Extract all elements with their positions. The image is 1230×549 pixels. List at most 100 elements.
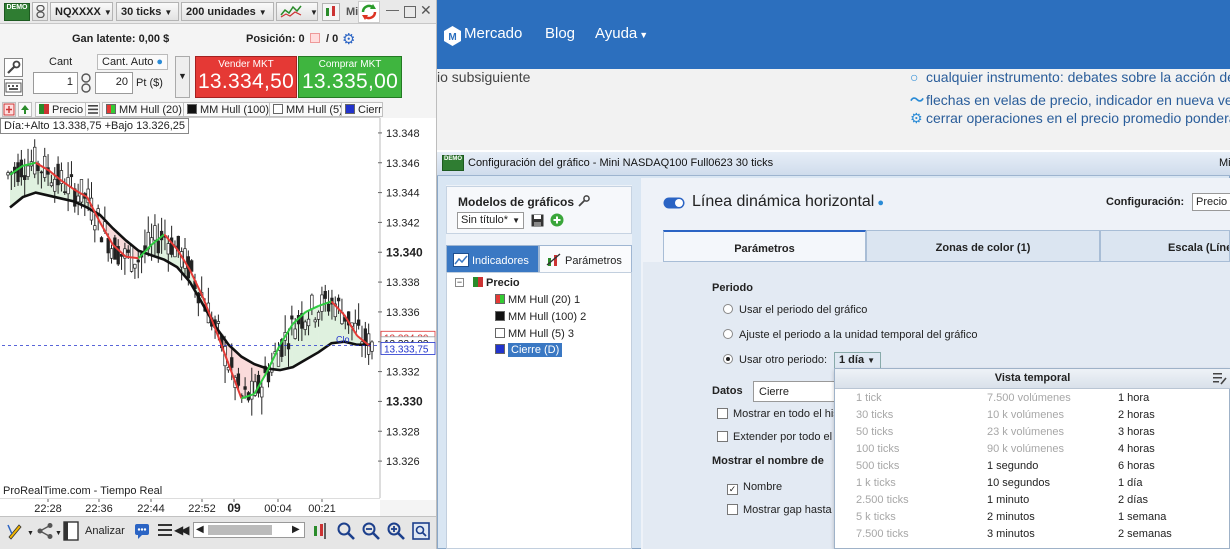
period-select[interactable]: 1 día ▼: [834, 352, 881, 369]
maximize-icon[interactable]: [404, 6, 416, 18]
radio-chart-period[interactable]: Usar el periodo del gráfico: [723, 304, 867, 316]
nav-market[interactable]: Mercado: [464, 25, 522, 42]
checkbox-extend[interactable]: Extender por todo el g: [717, 431, 841, 443]
candle-body: [79, 179, 84, 203]
legend-hull100[interactable]: MM Hull (100): [183, 102, 274, 117]
stop-input[interactable]: 20: [95, 72, 133, 94]
zoom-fit-icon[interactable]: [336, 521, 356, 541]
model-select[interactable]: Sin título* ▼: [457, 212, 524, 229]
legend-hull5[interactable]: MM Hull (5): [269, 102, 347, 117]
panel-icon[interactable]: [63, 521, 79, 541]
radio-other-period[interactable]: Usar otro periodo:: [723, 354, 827, 366]
chevron-down-icon[interactable]: ▼: [310, 8, 318, 17]
comment-icon[interactable]: [134, 523, 150, 540]
timeframe-option[interactable]: 1 día: [1118, 477, 1172, 494]
collapse-icon[interactable]: −: [455, 278, 464, 287]
sell-market-button[interactable]: Vender MKT 13.334,50: [195, 56, 297, 98]
edit-list-icon[interactable]: [1213, 372, 1227, 385]
timeframe-option[interactable]: 2 minutos: [987, 511, 1071, 528]
link-icon[interactable]: [80, 73, 92, 93]
checkbox-show-history[interactable]: Mostrar en todo el his: [717, 408, 839, 420]
x-axis-svg: 22:28 22:36 22:44 22:52 09 00:04 00:21: [34, 499, 336, 515]
price-chart[interactable]: 13.348 13.346 13.344 13.342 13.340 13.338 13.3…: [0, 118, 437, 500]
tree-item-hull100[interactable]: MM Hull (100) 2: [495, 311, 586, 323]
tree-item-close[interactable]: Cierre (D): [495, 343, 563, 357]
banner-link-1[interactable]: ○ cualquier instrumento: debates sobre la…: [910, 69, 1230, 85]
analyze-button[interactable]: Analizar: [85, 525, 125, 537]
timeframe-option[interactable]: 2 horas: [1118, 409, 1172, 426]
gear-icon[interactable]: ⚙: [342, 30, 355, 48]
scroll-left-icon[interactable]: ◀: [196, 524, 204, 535]
legend-price[interactable]: Precio: [35, 102, 88, 117]
timeframe-option[interactable]: 1 segundo: [987, 460, 1071, 477]
checkbox-gap[interactable]: Mostrar gap hasta: [727, 504, 832, 516]
keyboard-icon[interactable]: [4, 79, 23, 96]
banner-link-2[interactable]: 〜 flechas en velas de precio, indicador e…: [910, 90, 1230, 110]
add-indicator-icon[interactable]: [2, 102, 16, 117]
checkbox-name[interactable]: ✓ Nombre: [727, 481, 782, 495]
quantity-input[interactable]: 1: [33, 72, 78, 94]
zoom-out-icon[interactable]: [361, 521, 381, 541]
timeframe-option[interactable]: 1 semana: [1118, 511, 1172, 528]
chevron-down-icon[interactable]: ▼: [27, 530, 34, 537]
tree-item-hull20[interactable]: MM Hull (20) 1: [495, 294, 580, 306]
share-icon[interactable]: [36, 522, 54, 540]
radio-adjust-period[interactable]: Ajuste el periodo a la unidad temporal d…: [723, 329, 977, 341]
order-menu-button[interactable]: ▼: [175, 56, 190, 98]
toggle-switch[interactable]: [663, 197, 685, 209]
horizontal-scrollbar[interactable]: ◀ ▶: [193, 522, 305, 538]
chart-type-icon[interactable]: [322, 3, 340, 21]
scroll-right-icon[interactable]: ▶: [292, 524, 300, 535]
qty-auto-button[interactable]: Cant. Auto ●: [97, 54, 169, 70]
banner-link-3[interactable]: ⚙ cerrar operaciones en el precio promedi…: [910, 110, 1230, 127]
scroll-start-icon[interactable]: ◀◀: [174, 523, 190, 537]
timeframe-option[interactable]: 10 segundos: [987, 477, 1071, 494]
legend-close[interactable]: Cierre: [341, 102, 383, 117]
tree-item-hull5[interactable]: MM Hull (5) 3: [495, 328, 574, 340]
chat-bubble-icon[interactable]: ●: [877, 197, 884, 209]
refresh-icon[interactable]: [358, 1, 380, 23]
auto-scale-icon[interactable]: [312, 521, 330, 541]
tab-scale[interactable]: Escala (Líne: [1100, 230, 1230, 262]
buy-market-button[interactable]: Comprar MKT 13.335,00: [298, 56, 402, 98]
wrench-icon[interactable]: [577, 194, 591, 208]
close-icon[interactable]: ✕: [420, 2, 432, 19]
chart-svg[interactable]: 13.348 13.346 13.344 13.342 13.340 13.338 13.3…: [0, 118, 437, 498]
list-icon[interactable]: [85, 102, 100, 117]
scrollbar-thumb[interactable]: [208, 525, 272, 535]
timeframe-option[interactable]: 3 minutos: [987, 528, 1071, 545]
legend-hull20[interactable]: MM Hull (20): [102, 102, 186, 117]
timeframe-option[interactable]: 2 semanas: [1118, 528, 1172, 545]
arrow-up-icon[interactable]: [18, 102, 32, 117]
zoom-in-icon[interactable]: [386, 521, 406, 541]
config-select[interactable]: Precio: [1192, 193, 1230, 211]
add-icon[interactable]: [550, 213, 564, 227]
tab-indicators[interactable]: Indicadores: [446, 245, 539, 273]
wrench-icon[interactable]: [4, 58, 23, 77]
menu-icon[interactable]: [158, 524, 172, 536]
minimize-icon[interactable]: —: [386, 2, 399, 17]
timeframe-option[interactable]: 4 horas: [1118, 443, 1172, 460]
timeframe-option[interactable]: 3 horas: [1118, 426, 1172, 443]
close-position-icon[interactable]: [310, 33, 320, 43]
tab-parameters-left[interactable]: Parámetros: [539, 245, 632, 273]
link-icon[interactable]: [32, 2, 48, 21]
tab-parameters[interactable]: Parámetros: [663, 230, 866, 262]
tree-root-label: Precio: [486, 277, 520, 289]
tree-root-price[interactable]: Precio: [473, 277, 520, 289]
timeframe-option[interactable]: 2 días: [1118, 494, 1172, 511]
timeframe-option[interactable]: 1 minuto: [987, 494, 1071, 511]
units-select[interactable]: 200 unidades ▼: [181, 2, 274, 21]
tab-color-zones[interactable]: Zonas de color (1): [866, 230, 1100, 262]
nav-blog[interactable]: Blog: [545, 25, 575, 42]
nav-help[interactable]: Ayuda ▼: [595, 25, 648, 42]
pencil-icon[interactable]: [6, 522, 24, 540]
chevron-down-icon[interactable]: ▼: [55, 530, 62, 537]
ticks-select[interactable]: 30 ticks ▼: [116, 2, 179, 21]
data-select[interactable]: Cierre: [753, 381, 835, 402]
reset-zoom-icon[interactable]: [411, 521, 431, 541]
timeframe-option[interactable]: 6 horas: [1118, 460, 1172, 477]
timeframe-option[interactable]: 1 hora: [1118, 392, 1172, 409]
save-icon[interactable]: [531, 214, 544, 227]
symbol-select[interactable]: NQXXXX ▼: [50, 2, 113, 21]
